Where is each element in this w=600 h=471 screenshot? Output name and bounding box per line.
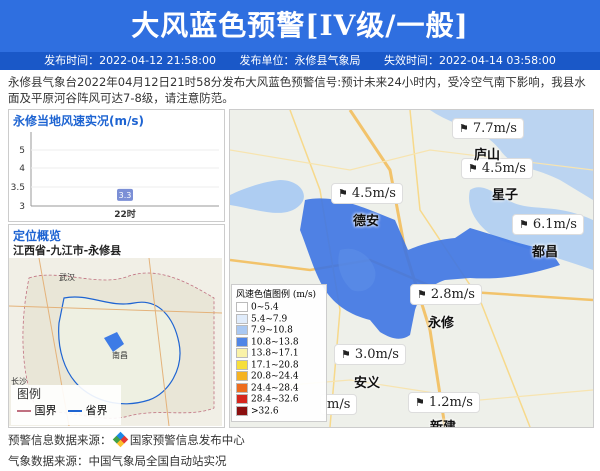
national-border-swatch bbox=[17, 410, 31, 412]
wind-legend-swatch bbox=[236, 382, 248, 393]
place-anyi: 安义 bbox=[354, 376, 381, 391]
wind-legend-item: 28.4~32.6 bbox=[232, 394, 326, 406]
wind-color-legend: 风速色值图例 (m/s) 0~5.4 5.4~7.9 7.9~10.8 10.8~13… bbox=[231, 284, 327, 422]
wind-legend-swatch bbox=[236, 348, 248, 358]
wind-legend-label: 5.4~7.9 bbox=[251, 314, 288, 324]
wind-flag-icon: ⚑ bbox=[415, 396, 425, 409]
wind-legend-item: 20.8~24.4 bbox=[232, 371, 326, 383]
wind-flag-icon: ⚑ bbox=[468, 162, 478, 175]
wind-flag-icon: ⚑ bbox=[519, 218, 529, 231]
warning-center-logo-icon bbox=[112, 431, 129, 448]
y-tick-label: 3.5 bbox=[11, 183, 25, 193]
wind-legend-label: >32.6 bbox=[251, 406, 279, 416]
location-overview-panel: 定位概览 江西省-九江市-永修县 武汉 南昌 长沙 图例 国界 省界 bbox=[8, 224, 225, 428]
wind-legend-swatch bbox=[236, 359, 248, 370]
warning-source-name: 国家预警信息发布中心 bbox=[129, 433, 245, 447]
warning-meta-bar: 发布时间：2022-04-12 21:58:00 发布单位：永修县气象局 失效时… bbox=[0, 52, 600, 70]
wind-flag-icon: ⚑ bbox=[417, 288, 427, 301]
wind-legend-label: 7.9~10.8 bbox=[251, 325, 293, 336]
issue-time: 发布时间：2022-04-12 21:58:00 bbox=[44, 54, 216, 67]
map-label-wuhan: 武汉 bbox=[59, 272, 75, 282]
x-tick-label: 22时 bbox=[114, 208, 136, 220]
place-duchang: 都昌 bbox=[532, 245, 559, 260]
place-lushan: 庐山 bbox=[474, 148, 501, 163]
wind-legend-item: 5.4~7.9 bbox=[232, 313, 326, 326]
wind-legend-swatch bbox=[236, 325, 248, 335]
place-xinjian: 新建 bbox=[430, 420, 457, 428]
wind-flag-icon: ⚑ bbox=[459, 122, 469, 135]
place-yongxiu: 永修 bbox=[428, 316, 455, 331]
wind-speed-chart: 5 4 3.5 3 22时 3.3 bbox=[11, 132, 219, 220]
warning-title: 大风蓝色预警[IV级/一般] bbox=[131, 9, 469, 42]
station-wind-value: ⚑ 6.1m/s bbox=[512, 214, 584, 235]
y-tick-label: 3 bbox=[19, 202, 25, 212]
overview-legend-title: 图例 bbox=[17, 387, 42, 401]
wind-legend-label: 17.1~20.8 bbox=[251, 360, 299, 370]
wind-legend-label: 20.8~24.4 bbox=[251, 371, 299, 382]
station-wind-value: ⚑ 2.8m/s bbox=[410, 284, 482, 305]
wind-legend-swatch bbox=[236, 394, 248, 404]
national-border-label: 国界 bbox=[34, 404, 57, 417]
warning-banner: 大风蓝色预警[IV级/一般] bbox=[0, 0, 600, 52]
overview-legend: 图例 国界 省界 bbox=[11, 385, 121, 425]
place-xingzi: 星子 bbox=[492, 188, 519, 203]
station-wind-value: ⚑ 3.0m/s bbox=[334, 344, 406, 365]
wind-legend-title: 风速色值图例 (m/s) bbox=[236, 290, 317, 300]
y-tick-label: 4 bbox=[19, 164, 25, 174]
map-label-nanchang: 南昌 bbox=[112, 350, 128, 360]
wind-legend-item: 7.9~10.8 bbox=[232, 325, 326, 337]
wind-legend-swatch bbox=[236, 405, 248, 416]
wind-legend-label: 0~5.4 bbox=[251, 302, 279, 313]
wind-legend-item: >32.6 bbox=[232, 405, 326, 418]
wind-legend-item: 0~5.4 bbox=[232, 302, 326, 314]
wind-legend-item: 10.8~13.8 bbox=[232, 336, 326, 349]
provincial-border-label: 省界 bbox=[85, 404, 108, 417]
wind-legend-item: 24.4~28.4 bbox=[232, 382, 326, 395]
wind-legend-label: 28.4~32.6 bbox=[251, 394, 299, 405]
wind-legend-swatch bbox=[236, 313, 248, 324]
location-path: 江西省-九江市-永修县 bbox=[13, 244, 122, 257]
issuer: 发布单位：永修县气象局 bbox=[239, 54, 361, 67]
y-tick-label: 5 bbox=[19, 146, 25, 156]
wind-legend-item: 17.1~20.8 bbox=[232, 359, 326, 372]
wind-speed-panel: 永修当地风速实况(m/s) 5 4 3.5 3 22时 3.3 bbox=[8, 109, 225, 222]
warning-source-label: 预警信息数据来源： bbox=[8, 433, 112, 447]
wind-data-label: 3.3 bbox=[119, 191, 132, 200]
wind-legend-item: 13.8~17.1 bbox=[232, 348, 326, 360]
weather-source-line: 气象数据来源：中国气象局全国自动站实况 bbox=[8, 454, 227, 468]
wind-legend-swatch bbox=[236, 336, 248, 347]
station-wind-value: ⚑ 1.2m/s bbox=[408, 392, 480, 413]
wind-legend-swatch bbox=[236, 371, 248, 381]
wind-legend-label: 13.8~17.1 bbox=[251, 348, 299, 359]
warning-source-line: 预警信息数据来源： 国家预警信息发布中心 bbox=[8, 431, 245, 448]
warning-description: 永修县气象台2022年04月12日21时58分发布大风蓝色预警信号:预计未来24… bbox=[8, 75, 586, 105]
provincial-border-swatch bbox=[68, 410, 82, 412]
wind-legend-label: 10.8~13.8 bbox=[251, 337, 299, 347]
station-wind-value: ⚑ 4.5m/s bbox=[331, 183, 403, 204]
wind-flag-icon: ⚑ bbox=[338, 187, 348, 200]
wind-flag-icon: ⚑ bbox=[341, 348, 351, 361]
place-dean: 德安 bbox=[353, 214, 380, 229]
expire-time: 失效时间：2022-04-14 03:58:00 bbox=[384, 54, 556, 67]
station-wind-value: ⚑ 7.7m/s bbox=[452, 118, 524, 139]
wind-legend-swatch bbox=[236, 302, 248, 312]
wind-legend-label: 24.4~28.4 bbox=[251, 383, 299, 393]
